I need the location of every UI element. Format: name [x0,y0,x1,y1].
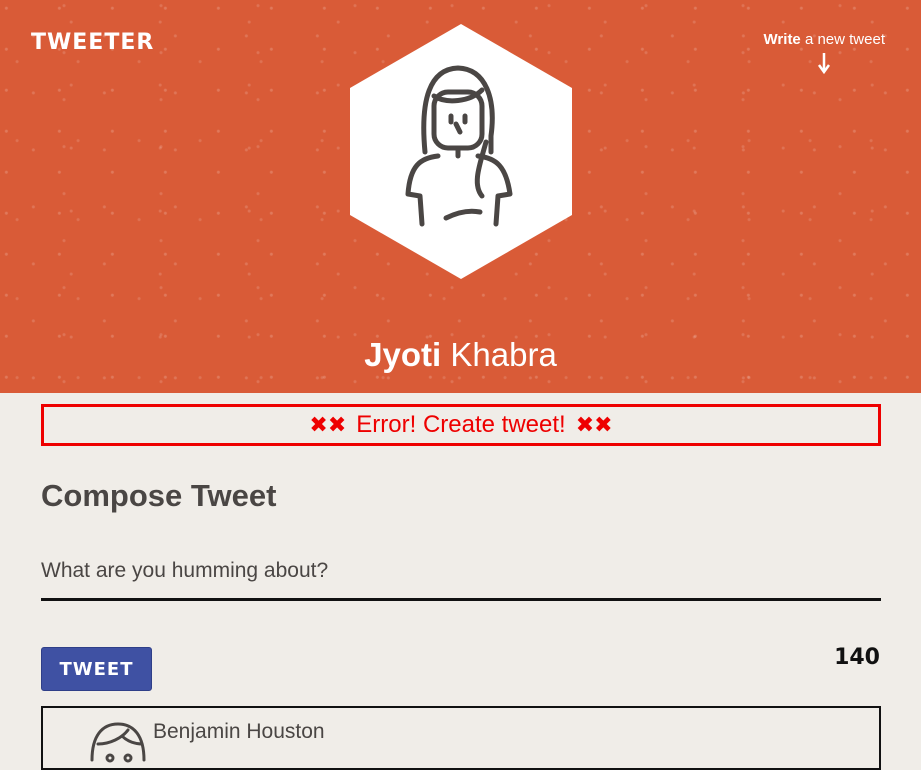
profile-first-name: Jyoti [364,336,442,373]
tweet-author-name: Benjamin Houston [153,720,325,743]
app-logo[interactable]: TWEETER [31,30,154,55]
profile-name: Jyoti Khabra [0,336,921,374]
arrow-down-icon [818,53,831,74]
user-avatar-icon [90,722,146,763]
error-x-icon: ✖✖ [575,412,613,437]
write-link-text: a new tweet [800,31,885,48]
write-new-tweet-link[interactable]: Write a new tweet [764,31,885,74]
tweet-button-label: Tweet [59,658,134,680]
tweet-card: Benjamin Houston [41,706,881,770]
error-banner: ✖✖ Error! Create tweet! ✖✖ [41,404,881,446]
compose-title: Compose Tweet [41,478,277,513]
profile-last-name: Khabra [450,336,557,373]
profile-avatar [350,24,572,279]
error-message: Error! Create tweet! [356,411,566,438]
error-x-icon: ✖✖ [309,412,347,437]
write-link-bold: Write [763,31,801,48]
tweet-input[interactable] [41,543,881,601]
profile-header: TWEETER Write a new tweet Jyoti Khabra [0,0,921,393]
character-counter: 140 [834,645,880,670]
tweet-button[interactable]: Tweet [41,647,152,691]
